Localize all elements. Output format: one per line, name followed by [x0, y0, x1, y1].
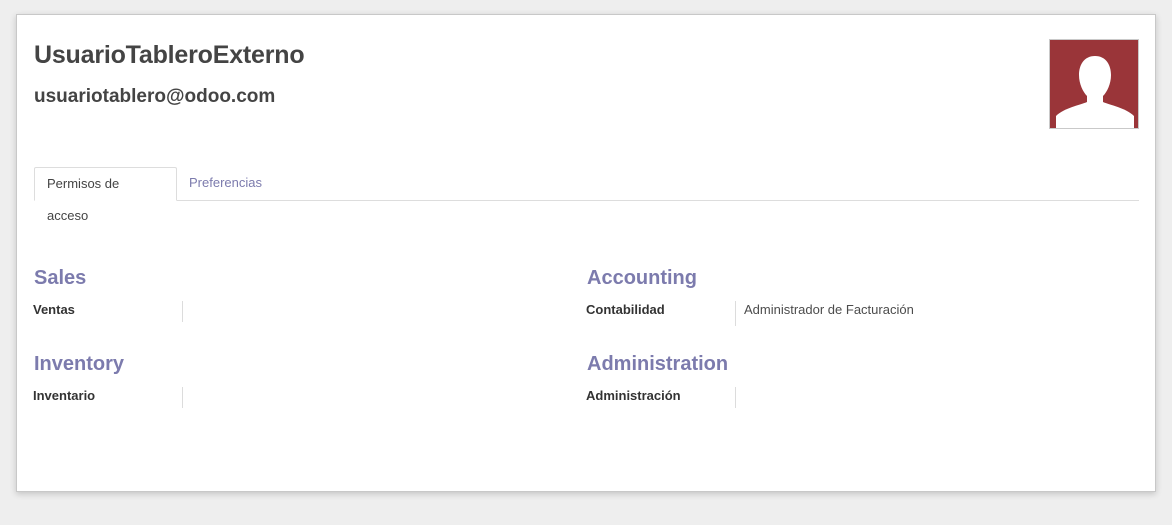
notebook-tabs: Permisos de acceso Preferencias — [34, 167, 1139, 223]
group-title-administration: Administration — [587, 353, 729, 375]
form-sheet: UsuarioTableroExterno usuariotablero@odo… — [16, 14, 1156, 492]
user-avatar[interactable] — [1049, 39, 1139, 129]
field-label-ventas: Ventas — [33, 302, 75, 317]
field-separator — [735, 387, 736, 408]
group-title-sales: Sales — [34, 267, 87, 289]
user-name[interactable]: UsuarioTableroExterno — [34, 41, 305, 70]
field-value-contabilidad[interactable]: Administrador de Facturación — [744, 302, 914, 317]
avatar-silhouette-icon — [1050, 40, 1138, 128]
field-separator — [735, 301, 736, 326]
user-email[interactable]: usuariotablero@odoo.com — [34, 86, 275, 108]
group-title-accounting: Accounting — [587, 267, 697, 289]
field-separator — [182, 387, 183, 408]
tab-access-rights[interactable]: Permisos de acceso — [34, 167, 177, 223]
field-separator — [182, 301, 183, 322]
tab-preferences[interactable]: Preferencias — [177, 167, 274, 201]
field-label-administracion: Administración — [586, 388, 681, 403]
field-label-contabilidad: Contabilidad — [586, 302, 665, 317]
field-label-inventario: Inventario — [33, 388, 96, 403]
group-title-inventory: Inventory — [34, 353, 125, 375]
